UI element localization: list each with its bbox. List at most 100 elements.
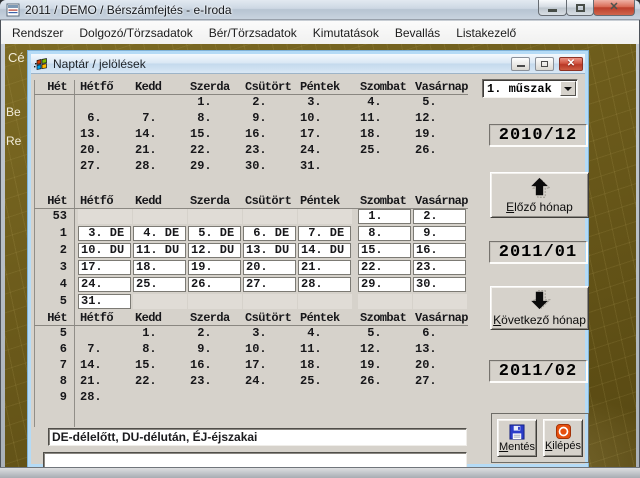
calendar-day-cell[interactable]: 16.	[413, 243, 466, 258]
calendar-day-cell[interactable]: 7. DE	[298, 226, 351, 241]
calendar-day-cell	[188, 209, 242, 224]
maximize-icon	[576, 4, 585, 12]
calendar-day-cell[interactable]: 21.	[298, 260, 351, 275]
calendar-day-cell	[133, 209, 187, 224]
previous-month-button[interactable]: Előző hónap	[490, 172, 589, 218]
app-titlebar[interactable]: 2011 / DEMO / Bérszámfejtés - e-Iroda ✕	[0, 0, 640, 20]
close-button[interactable]: ✕	[593, 0, 635, 16]
calendar-day-cell[interactable]: 19.	[188, 260, 241, 275]
calendar-day-cell: 26.	[413, 143, 468, 159]
dialog-titlebar[interactable]: Naptár / jelölések ✕	[31, 54, 585, 74]
calendar-day-cell[interactable]: 18.	[133, 260, 186, 275]
calendar-day-cell[interactable]: 15.	[358, 243, 411, 258]
menu-item-bevall-s[interactable]: Bevallás	[387, 23, 448, 43]
calendar-day-cell: 1.	[133, 326, 188, 342]
save-button[interactable]: Mentés	[497, 419, 537, 457]
day-header: Szombat	[358, 194, 413, 208]
calendar-day-cell[interactable]: 6. DE	[243, 226, 296, 241]
calendar-day-cell[interactable]: 3. DE	[78, 226, 131, 241]
dialog-close-button[interactable]: ✕	[559, 57, 583, 71]
previous-month-label: Előző hónap	[506, 200, 573, 214]
calendar-day-cell[interactable]: 2.	[413, 209, 466, 224]
calendar-day-cell: 27.	[78, 159, 133, 175]
period-label-3: 2011/02	[489, 360, 587, 382]
day-header: Szerda	[188, 80, 243, 94]
calendar-day-cell[interactable]: 17.	[78, 260, 131, 275]
entry-input[interactable]	[43, 452, 467, 468]
calendar-day-cell: 16.	[243, 127, 298, 143]
calendar-day-cell: 11.	[358, 111, 413, 127]
calendar-day-cell[interactable]: 1.	[358, 209, 411, 224]
calendar-day-cell	[188, 294, 242, 309]
shift-selector-dropdown-button[interactable]	[560, 81, 576, 96]
calendar-day-cell[interactable]: 12. DU	[188, 243, 241, 258]
calendar-day-cell[interactable]: 23.	[413, 260, 466, 275]
calendar-day-cell[interactable]: 31.	[78, 294, 131, 309]
calendar-day-cell: 3.	[298, 95, 353, 111]
calendar-day-cell: 13.	[78, 127, 133, 143]
day-header: Csütört	[243, 311, 298, 325]
calendar-day-cell: 23.	[188, 374, 243, 390]
window-logo-icon	[34, 57, 48, 71]
calendar-day-cell	[243, 294, 297, 309]
shift-selector[interactable]: 1. műszak	[482, 79, 578, 98]
calendar-day-cell[interactable]: 14. DU	[298, 243, 351, 258]
calendar-day-cell[interactable]: 29.	[358, 277, 411, 292]
calendar-day-cell: 23.	[243, 143, 298, 159]
calendar-day-cell: 30.	[243, 159, 298, 175]
dialog-body: HétHétfőKeddSzerdaCsütörtPéntekSzombatVa…	[31, 75, 585, 464]
week-number: 6	[34, 342, 70, 358]
calendar-day-cell[interactable]: 4. DE	[133, 226, 186, 241]
menu-item-listakezel-[interactable]: Listakezelő	[448, 23, 524, 43]
calendar-day-cell[interactable]: 26.	[188, 277, 241, 292]
minimize-button[interactable]	[538, 0, 567, 16]
calendar-day-cell[interactable]: 27.	[243, 277, 296, 292]
background-label: Be	[6, 105, 21, 119]
maximize-button[interactable]	[566, 0, 594, 16]
calendar-day-cell: 7.	[133, 111, 188, 127]
next-month-label: Következő hónap	[493, 313, 586, 327]
exit-button[interactable]: Kilépés	[543, 419, 583, 457]
floppy-disk-icon	[509, 424, 525, 440]
calendar-day-cell[interactable]: 8.	[358, 226, 411, 241]
menu-item-dolgoz-t-rzsadatok[interactable]: Dolgozó/Törzsadatok	[71, 23, 200, 43]
calendar-day-cell: 6.	[78, 111, 133, 127]
dialog-maximize-button[interactable]	[535, 57, 554, 71]
calendar-day-cell[interactable]: 24.	[78, 277, 131, 292]
calendar-day-cell[interactable]: 5. DE	[188, 226, 241, 241]
calendar-day-cell: 28.	[78, 390, 133, 406]
calendar-day-cell[interactable]: 30.	[413, 277, 466, 292]
period-label-2: 2011/01	[489, 241, 587, 263]
calendar-day-cell[interactable]: 20.	[243, 260, 296, 275]
calendar-day-cell[interactable]: 25.	[133, 277, 186, 292]
calendar-day-cell: 18.	[358, 127, 413, 143]
calendar-month-2010-12: HétHétfőKeddSzerdaCsütörtPéntekSzombatVa…	[34, 80, 468, 175]
calendar-day-cell: 5.	[413, 95, 468, 111]
calendar-day-cell[interactable]: 28.	[298, 277, 351, 292]
menu-item-b-r-t-rzsadatok[interactable]: Bér/Törzsadatok	[201, 23, 305, 43]
calendar-day-cell	[188, 390, 243, 406]
week-number: 8	[34, 374, 70, 390]
menu-item-rendszer[interactable]: Rendszer	[4, 23, 71, 43]
calendar-day-cell	[358, 390, 413, 406]
calendar-day-cell[interactable]: 13. DU	[243, 243, 296, 258]
dialog-minimize-button[interactable]	[511, 57, 530, 71]
calendar-day-cell: 31.	[298, 159, 353, 175]
calendar-day-cell[interactable]: 9.	[413, 226, 466, 241]
calendar-day-cell	[133, 95, 188, 111]
menu-item-kimutat-sok[interactable]: Kimutatások	[305, 23, 387, 43]
day-header: Vasárnap	[413, 80, 468, 94]
calendar-day-cell	[78, 209, 132, 224]
calendar-day-cell[interactable]: 11. DU	[133, 243, 186, 258]
next-month-button[interactable]: Következő hónap	[490, 286, 589, 330]
calendar-day-cell[interactable]: 10. DU	[78, 243, 131, 258]
app-icon	[6, 3, 20, 17]
window-controls: ✕	[539, 0, 635, 16]
calendar-day-cell[interactable]: 22.	[358, 260, 411, 275]
day-header: Kedd	[133, 194, 188, 208]
calendar-day-cell: 14.	[78, 358, 133, 374]
week-number: 4	[34, 277, 70, 294]
calendar-day-cell	[243, 390, 298, 406]
week-number: 2	[34, 243, 70, 260]
legend-input[interactable]	[48, 428, 467, 446]
